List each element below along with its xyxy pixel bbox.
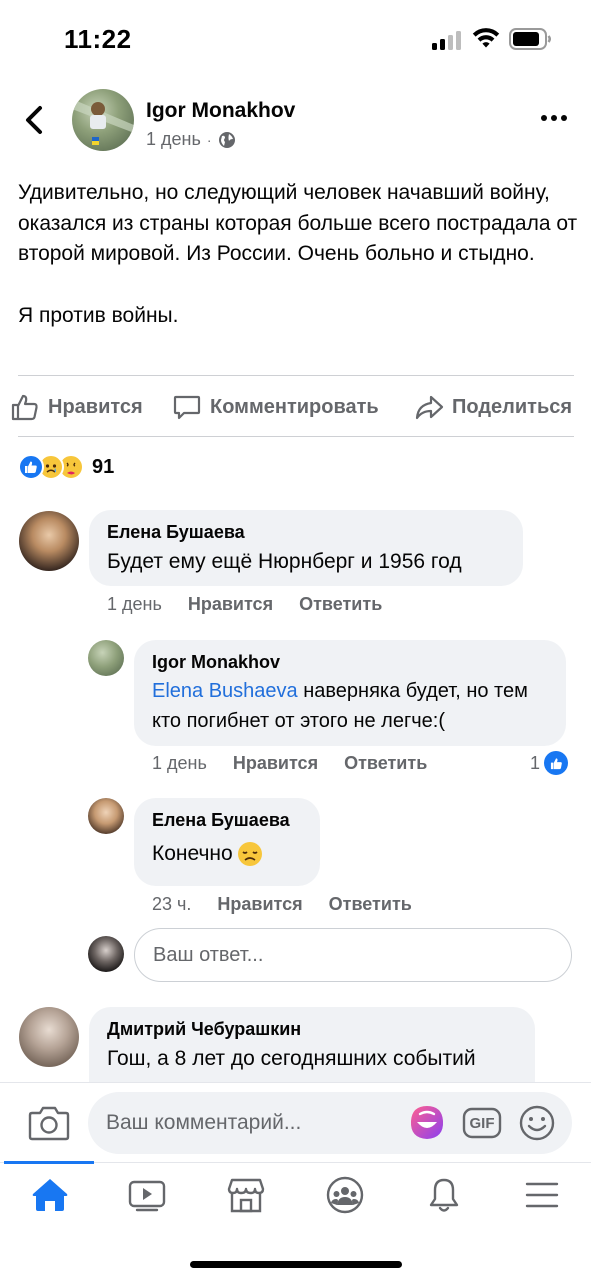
comment-like-button[interactable]: Нравится [233,753,318,774]
tab-notifications[interactable] [420,1172,468,1218]
comment-author[interactable]: Елена Бушаева [152,810,302,831]
reaction-count: 91 [92,455,115,478]
like-label: Нравится [48,395,143,418]
comment-mention[interactable]: Elena Bushaeva [152,680,298,702]
author-avatar[interactable] [72,89,134,151]
more-icon [541,115,547,121]
comment-author[interactable]: Igor Monakhov [152,652,548,673]
post-paragraph: Удивительно, но следующий человек начавш… [18,181,584,265]
like-icon [11,394,38,421]
comment-button[interactable]: Комментировать [172,390,379,424]
tab-watch[interactable] [123,1172,171,1218]
comment-text-body: Конечно [152,842,233,865]
comment-reply-button[interactable]: Ответить [299,594,382,615]
marketplace-icon [227,1178,265,1213]
comment-reply-button[interactable]: Ответить [344,753,427,774]
post-time: 1 день [146,129,201,149]
tab-groups[interactable] [321,1172,369,1218]
emoji-button[interactable] [518,1104,556,1142]
comment-bubble: Елена Бушаева Конечно [134,798,320,886]
divider [18,436,574,437]
battery-icon [509,28,551,50]
post-text: Удивительно, но следующий человек начавш… [18,178,578,331]
more-icon-dot [561,115,567,121]
sad-emoji-icon [237,842,262,866]
bottom-tab-bar [0,1162,591,1232]
like-reaction-icon [18,454,44,480]
comment-label: Комментировать [210,395,379,418]
comment-likes-count: 1 [530,752,541,773]
comment-bubble: Дмитрий Чебурашкин Гош, а 8 лет до сегод… [89,1007,535,1087]
menu-icon [525,1182,559,1208]
post-paragraph-2: Я против войны. [18,303,179,327]
comment-text: Elena Bushaeva наверняка будет, но тем к… [152,676,548,736]
signal-icon [432,30,462,50]
back-icon [26,106,42,134]
globe-icon [218,131,235,148]
reply-input[interactable]: Ваш ответ... [134,928,572,982]
back-button[interactable] [20,102,52,138]
comment-likes[interactable]: 1 [530,751,569,775]
share-button[interactable]: Поделиться [414,390,572,424]
watch-icon [128,1180,166,1212]
comment-meta: 1 день Нравится Ответить [152,753,427,774]
tab-menu[interactable] [518,1172,566,1218]
share-label: Поделиться [452,395,573,418]
camera-icon [28,1106,70,1141]
post-author-name[interactable]: Igor Monakhov [146,99,295,123]
comment-author[interactable]: Елена Бушаева [107,522,505,543]
tab-marketplace[interactable] [222,1172,270,1218]
post-meta: 1 день · [146,129,236,150]
notifications-icon [429,1178,459,1212]
commenter-avatar[interactable] [88,640,124,676]
comment-author[interactable]: Дмитрий Чебурашкин [107,1019,517,1040]
share-icon [415,395,444,420]
comment-like-button[interactable]: Нравится [188,594,273,615]
commenter-avatar[interactable] [19,511,79,571]
home-icon [32,1179,68,1211]
tab-home[interactable] [26,1172,74,1218]
comment-text: Гош, а 8 лет до сегодняшних событий [107,1047,476,1070]
comment-bubble: Igor Monakhov Elena Bushaeva наверняка б… [134,640,566,746]
comment-text: Конечно [152,839,302,869]
comment-time: 1 день [107,594,162,614]
status-time: 11:22 [64,24,132,54]
comment-text: Будет ему ещё Нюрнберг и 1956 год [107,550,462,573]
reactions-summary[interactable]: 91 [18,452,114,482]
avatar-picture [72,99,134,145]
groups-icon [326,1176,364,1214]
comment-time: 23 ч. [152,894,192,914]
avatar-sticker-button[interactable] [408,1104,446,1142]
like-button[interactable]: Нравится [10,390,143,424]
gif-button[interactable]: GIF [462,1104,502,1142]
wifi-icon [472,28,500,48]
gif-label: GIF [469,1114,495,1132]
reply-input-placeholder: Ваш ответ... [153,943,264,966]
comment-icon [173,395,201,420]
current-user-avatar [88,936,124,972]
camera-button[interactable] [28,1104,70,1142]
comment-like-button[interactable]: Нравится [217,894,302,915]
comment-time: 1 день [152,753,207,773]
active-tab-indicator [4,1161,94,1164]
meta-separator: · [206,131,212,148]
divider [18,375,574,376]
comment-bubble: Елена Бушаева Будет ему ещё Нюрнберг и 1… [89,510,523,586]
more-icon-dot [551,115,557,121]
commenter-avatar[interactable] [19,1007,79,1067]
emoji-icon [519,1105,555,1141]
comment-meta: 23 ч. Нравится Ответить [152,894,412,915]
commenter-avatar[interactable] [88,798,124,834]
comment-input-placeholder: Ваш комментарий... [106,1111,302,1134]
like-reaction-icon [544,751,569,775]
more-options-button[interactable] [538,108,570,128]
home-indicator [190,1261,402,1268]
comment-meta: 1 день Нравится Ответить [107,594,382,615]
avatar-sticker-icon [410,1106,444,1139]
status-bar: 11:22 [0,0,591,80]
comment-reply-button[interactable]: Ответить [329,894,412,915]
